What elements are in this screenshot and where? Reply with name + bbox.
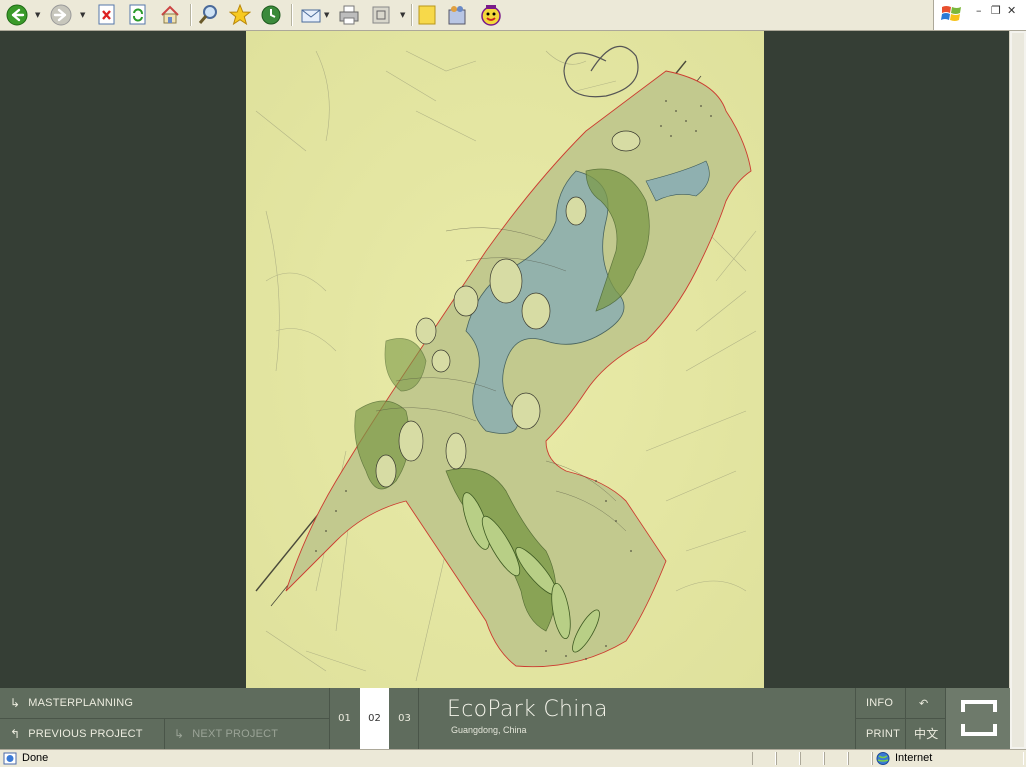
language-toggle-button[interactable]: 中文 — [914, 718, 938, 749]
close-button[interactable]: ✕ — [1007, 4, 1016, 17]
media-dropdown-icon[interactable]: ▼ — [400, 11, 405, 19]
refresh-icon[interactable] — [126, 2, 150, 28]
masterplan-sketch-image[interactable] — [246, 31, 764, 688]
next-project-button[interactable]: ↳ NEXT PROJECT — [174, 718, 278, 749]
windows-flag-icon — [941, 6, 961, 21]
print-button[interactable]: PRINT — [866, 718, 900, 749]
project-title: EcoPark China — [447, 697, 608, 722]
mail-icon[interactable] — [298, 2, 324, 28]
yahoo-messenger-icon[interactable] — [478, 2, 504, 28]
next-project-label: NEXT PROJECT — [192, 727, 279, 740]
page-link-02[interactable]: 02 — [360, 688, 389, 749]
status-text: Done — [22, 752, 49, 764]
previous-project-label: PREVIOUS PROJECT — [28, 727, 143, 740]
back-arrow-button[interactable]: ↶ — [919, 688, 928, 718]
fullscreen-button[interactable] — [946, 688, 1010, 749]
return-arrow-icon: ↳ — [10, 696, 21, 710]
notes-icon[interactable] — [415, 2, 439, 28]
internet-globe-icon — [876, 752, 890, 765]
page-link-03[interactable]: 03 — [390, 688, 419, 749]
media-icon[interactable] — [369, 2, 393, 28]
print-icon[interactable] — [336, 2, 362, 28]
minimize-button[interactable]: – — [976, 4, 982, 17]
previous-project-button[interactable]: ↰ PREVIOUS PROJECT — [10, 718, 143, 749]
project-location: Guangdong, China — [451, 725, 527, 735]
mail-dropdown-icon[interactable]: ▼ — [324, 11, 329, 19]
stop-icon[interactable] — [95, 2, 119, 28]
restore-button[interactable]: ❐ — [991, 4, 1001, 17]
back-icon[interactable] — [4, 2, 30, 28]
browser-statusbar: Done Internet — [0, 749, 1026, 767]
messenger-icon[interactable] — [445, 2, 469, 28]
category-link-masterplanning[interactable]: ↳ MASTERPLANNING — [10, 688, 133, 718]
history-icon[interactable] — [258, 2, 284, 28]
browser-toolbar: ▼ ▼ ▼ ▼ – ❐ ✕ — [0, 0, 1026, 31]
scrollbar-track[interactable] — [1012, 33, 1024, 747]
windows-logo-area: – ❐ ✕ — [933, 0, 1026, 30]
previous-arrow-icon: ↰ — [10, 726, 21, 741]
page-link-01[interactable]: 01 — [330, 688, 359, 749]
info-button[interactable]: INFO — [866, 688, 893, 718]
next-arrow-icon: ↳ — [174, 726, 185, 741]
back-dropdown-icon[interactable]: ▼ — [35, 11, 40, 19]
project-navbar: ↳ MASTERPLANNING ↰ PREVIOUS PROJECT ↳ NE… — [0, 688, 1010, 749]
security-zone-label: Internet — [895, 752, 933, 764]
favorites-icon[interactable] — [227, 2, 253, 28]
home-icon[interactable] — [157, 2, 183, 28]
vertical-scrollbar[interactable] — [1009, 31, 1026, 749]
category-label: MASTERPLANNING — [28, 697, 134, 709]
search-icon[interactable] — [195, 2, 221, 28]
page-icon — [3, 752, 17, 765]
forward-icon[interactable] — [48, 2, 74, 28]
forward-dropdown-icon[interactable]: ▼ — [80, 11, 85, 19]
fullscreen-icon — [961, 700, 997, 736]
